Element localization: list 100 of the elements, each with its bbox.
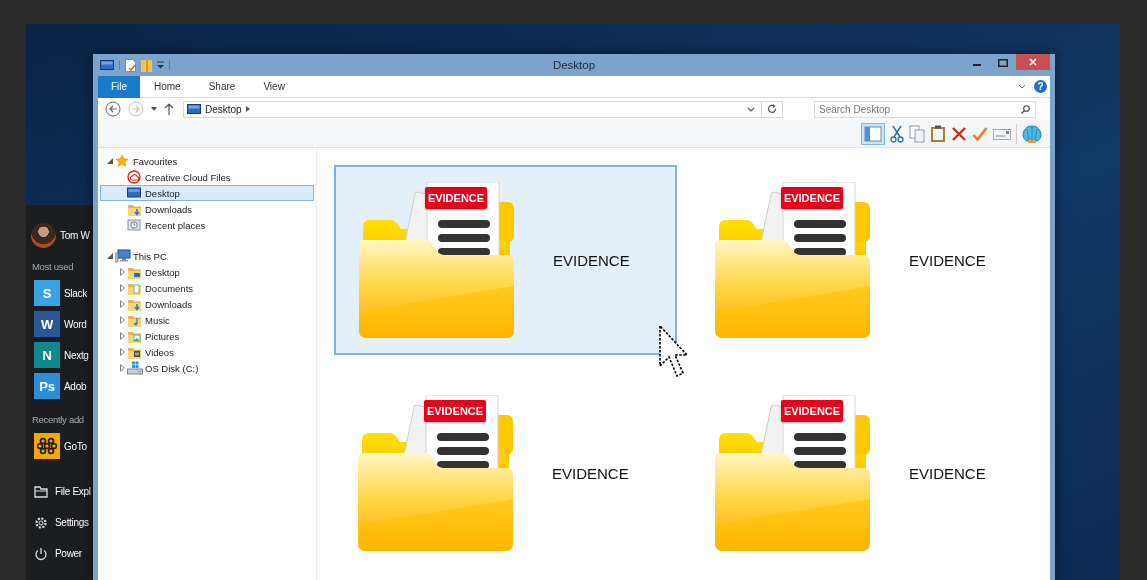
help-button[interactable]: ? <box>1034 80 1047 93</box>
tree-item[interactable]: This PC <box>100 248 314 264</box>
folder-label[interactable]: EVIDENCE <box>909 251 986 269</box>
ribbon-tab[interactable]: Home <box>140 75 195 98</box>
tree-item[interactable]: Pictures <box>100 328 314 344</box>
tree-item[interactable]: Music <box>100 312 314 328</box>
folder-icon <box>127 345 141 359</box>
monitor-icon <box>127 187 141 199</box>
folder-item[interactable]: EVIDENCE EVIDENCE <box>334 378 677 568</box>
folder-label[interactable]: EVIDENCE <box>553 251 630 269</box>
folder-icon <box>127 297 141 311</box>
folder-icon <box>127 202 141 216</box>
folder-icon <box>127 265 141 279</box>
section-heading: Recently add <box>32 414 84 425</box>
folder-label[interactable]: EVIDENCE <box>552 464 629 482</box>
expand-arrow-icon[interactable] <box>119 332 125 340</box>
folder-icon <box>715 395 870 551</box>
folder-icon <box>127 313 141 327</box>
ribbon-tab[interactable]: View <box>249 75 299 98</box>
folder-icon <box>127 281 141 295</box>
evidence-badge: EVIDENCE <box>424 400 486 422</box>
app-label[interactable]: GoTo <box>64 440 87 452</box>
recent-locations-icon[interactable] <box>151 107 157 111</box>
tree-item[interactable]: Documents <box>100 280 314 296</box>
search-field[interactable]: Search Desktop <box>814 100 1036 118</box>
expand-arrow-icon[interactable] <box>119 268 125 276</box>
up-arrow-icon[interactable] <box>164 103 174 115</box>
dropdown-icon[interactable] <box>747 106 755 112</box>
checkmark-icon[interactable] <box>972 125 988 142</box>
ribbon-tab[interactable]: Share <box>194 75 250 98</box>
user-name[interactable]: Tom W <box>60 229 90 241</box>
app-label[interactable]: Nextg <box>64 349 89 361</box>
tree-item[interactable]: Desktop <box>100 264 314 280</box>
computer-icon <box>115 249 131 263</box>
expand-arrow-icon[interactable] <box>119 348 125 356</box>
expand-arrow-icon[interactable] <box>119 364 125 372</box>
ribbon-tab[interactable]: File <box>98 75 140 98</box>
tree-item[interactable]: Downloads <box>100 201 314 217</box>
tree-item[interactable]: OS Disk (C:) <box>100 360 314 376</box>
window-title: Desktop <box>552 59 596 71</box>
tree-item[interactable]: Recent places <box>100 217 314 233</box>
user-avatar[interactable] <box>31 222 56 248</box>
expand-arrow-icon[interactable] <box>119 316 125 324</box>
address-text[interactable]: Desktop <box>205 103 242 115</box>
properties-icon[interactable] <box>125 58 136 72</box>
tree-item[interactable]: Videos <box>100 344 314 360</box>
mouse-pointer-icon <box>659 325 688 378</box>
folder-icon <box>715 182 870 338</box>
rename-icon[interactable] <box>993 126 1011 141</box>
app-label[interactable]: Adob <box>64 380 87 392</box>
tree-item[interactable]: Favourites <box>100 153 314 169</box>
preview-pane-icon[interactable] <box>861 122 885 145</box>
tree-item[interactable]: Desktop <box>100 185 314 201</box>
collapse-arrow-icon[interactable] <box>107 253 113 259</box>
app-tile-icon[interactable] <box>34 433 60 459</box>
search-icon[interactable] <box>1021 104 1030 114</box>
folder-icon <box>127 329 141 343</box>
cloud-icon <box>127 170 141 184</box>
folder-item[interactable]: EVIDENCE EVIDENCE <box>691 165 1034 355</box>
folder-item[interactable]: EVIDENCE EVIDENCE <box>691 378 1034 568</box>
maximize-icon[interactable] <box>998 58 1008 67</box>
clipboard-icon[interactable] <box>930 124 946 143</box>
section-heading: Most used <box>32 261 74 272</box>
shell-icon[interactable] <box>1022 124 1042 143</box>
tree-item[interactable]: Creative Cloud Files <box>100 169 314 185</box>
scissors-icon[interactable] <box>890 124 904 143</box>
app-label[interactable]: Slack <box>64 287 87 299</box>
close-icon <box>1029 58 1037 66</box>
evidence-badge: EVIDENCE <box>425 187 487 209</box>
expand-arrow-icon[interactable] <box>119 300 125 308</box>
tree-item[interactable]: Downloads <box>100 296 314 312</box>
folder-icon <box>358 395 513 551</box>
delete-icon[interactable] <box>951 125 967 142</box>
folder-item[interactable]: EVIDENCE EVIDENCE <box>334 165 677 355</box>
menu-item-label[interactable]: Power <box>55 548 82 559</box>
breadcrumb-arrow-icon[interactable] <box>245 106 250 112</box>
dropdown-icon[interactable] <box>157 61 164 69</box>
power-icon <box>34 546 48 561</box>
address-bar[interactable]: Desktop <box>183 100 783 118</box>
folder-label[interactable]: EVIDENCE <box>909 464 986 482</box>
evidence-badge: EVIDENCE <box>781 187 843 209</box>
monitor-icon <box>100 59 114 71</box>
clock-icon <box>127 218 141 232</box>
app-tile-icon[interactable]: W <box>34 311 60 337</box>
app-label[interactable]: Word <box>64 318 87 330</box>
app-tile-icon[interactable]: Ps <box>34 373 60 399</box>
back-button[interactable] <box>105 101 121 117</box>
file-explorer-icon <box>34 485 48 498</box>
menu-item-label[interactable]: File Expl <box>55 486 91 497</box>
collapse-ribbon-icon[interactable] <box>1018 83 1026 90</box>
collapse-arrow-icon[interactable] <box>107 158 113 164</box>
expand-arrow-icon[interactable] <box>119 284 125 292</box>
settings-icon <box>34 515 48 530</box>
close-button[interactable] <box>1016 54 1050 70</box>
monitor-icon <box>187 103 201 115</box>
evidence-badge: EVIDENCE <box>781 400 843 422</box>
star-icon <box>115 154 129 168</box>
menu-item-label[interactable]: Settings <box>55 517 89 528</box>
refresh-icon[interactable] <box>767 104 777 114</box>
app-tile-icon[interactable]: N <box>34 342 60 368</box>
